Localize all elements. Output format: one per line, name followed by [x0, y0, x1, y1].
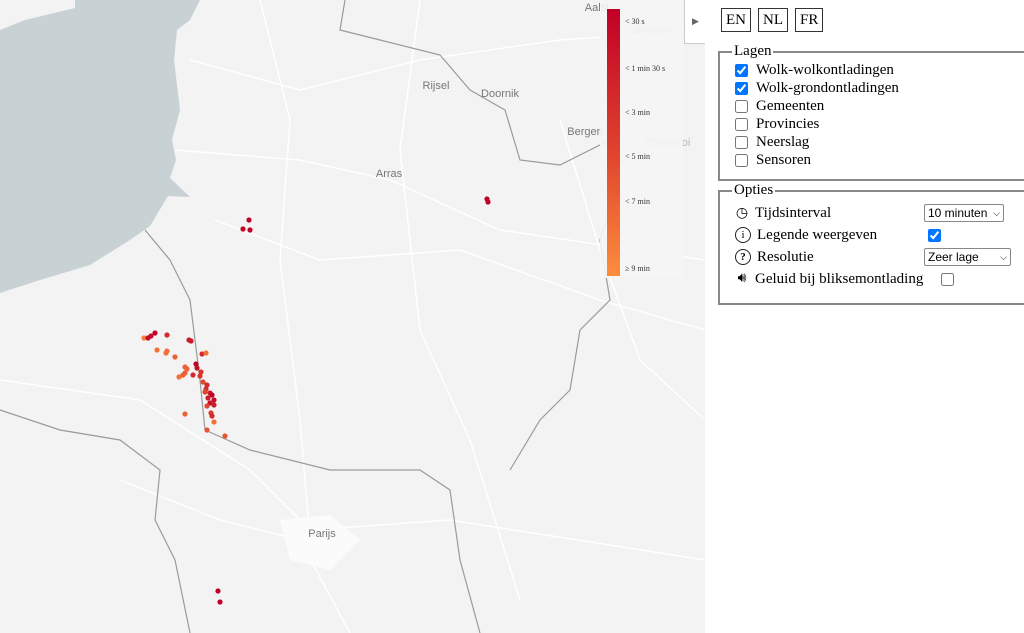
language-switcher: EN NL FR	[721, 8, 824, 32]
layer-item: Provincies	[734, 115, 1024, 133]
layer-label: Neerslag	[756, 133, 810, 150]
lightning-strike-dot	[246, 217, 252, 223]
options-group: Opties ◷ Tijdsinterval 10 minuten ⌵ i Le…	[718, 182, 1024, 305]
lang-fr-button[interactable]: FR	[795, 8, 824, 32]
control-panel: EN NL FR Lagen Wolk-wolkontladingen Wolk-…	[705, 0, 1024, 633]
legend-checkbox[interactable]	[928, 228, 941, 242]
speaker-icon: 🔊︎	[737, 271, 747, 286]
lightning-map[interactable]: AalstBrusselRijselDoornikBergenCharleroi…	[0, 0, 705, 633]
legend-tick-label: < 5 min	[625, 152, 650, 161]
lightning-strike-dot	[164, 332, 170, 338]
lightning-strike-dot	[222, 433, 228, 439]
layer-item: Wolk-grondontladingen	[734, 79, 1024, 97]
lang-en-button[interactable]: EN	[721, 8, 751, 32]
place-label: Bergen	[567, 126, 603, 138]
age-color-scale	[607, 9, 620, 276]
layers-title: Lagen	[734, 43, 772, 59]
clock-icon: ◷	[735, 205, 749, 221]
layer-checkbox[interactable]	[735, 153, 748, 167]
sea	[0, 0, 200, 293]
layer-item: Gemeenten	[734, 97, 1024, 115]
chevron-down-icon: ⌵	[1000, 252, 1007, 262]
resolution-value: Zeer lage	[928, 250, 979, 264]
layer-item: Wolk-wolkontladingen	[734, 61, 1024, 79]
lightning-strike-dot	[485, 199, 491, 205]
lightning-strike-dot	[240, 226, 246, 232]
lightning-strike-dot	[198, 369, 204, 375]
lightning-strike-dot	[209, 413, 215, 419]
layer-label: Provincies	[756, 115, 820, 132]
options-title: Opties	[734, 182, 774, 198]
place-label: Parijs	[308, 528, 336, 540]
lightning-strike-dot	[211, 402, 217, 408]
lightning-strike-dot	[184, 366, 190, 372]
paris-area	[280, 515, 360, 570]
place-label: Rijsel	[422, 80, 450, 92]
legend-tick-label: < 7 min	[625, 197, 650, 206]
lightning-strike-dot	[211, 419, 217, 425]
option-resolution: ? Resolutie Zeer lage ⌵	[733, 246, 1024, 268]
lightning-strike-dot	[247, 227, 253, 233]
lightning-strike-dot	[164, 348, 170, 354]
legend-label: Legende weergeven	[757, 226, 878, 243]
interval-label: Tijdsinterval	[755, 204, 832, 221]
lightning-strike-dot	[194, 365, 200, 371]
legend-tick-label: < 3 min	[625, 108, 650, 117]
play-arrow-icon: ▶	[692, 16, 699, 26]
place-label: Arras	[375, 168, 403, 180]
interval-select[interactable]: 10 minuten ⌵	[924, 204, 1004, 222]
lightning-strike-dot	[215, 588, 221, 594]
layer-label: Sensoren	[756, 151, 811, 168]
lightning-strike-dot	[203, 350, 209, 356]
sound-label: Geluid bij bliksemontlading	[755, 270, 924, 287]
lightning-strike-dot	[204, 427, 210, 433]
resolution-label: Resolutie	[757, 248, 814, 265]
lightning-strike-dot	[209, 392, 215, 398]
place-label: Doornik	[481, 88, 519, 100]
lightning-strike-dot	[204, 403, 210, 409]
info-icon: i	[735, 227, 751, 243]
lightning-strike-dot	[217, 599, 223, 605]
layer-checkbox[interactable]	[735, 135, 748, 149]
layers-group: Lagen Wolk-wolkontladingen Wolk-grondontl…	[718, 43, 1024, 181]
layer-label: Wolk-grondontladingen	[756, 79, 899, 96]
legend-tick-label: < 30 s	[625, 17, 645, 26]
sound-checkbox[interactable]	[941, 272, 954, 286]
lang-nl-button[interactable]: NL	[758, 8, 788, 32]
lightning-strike-dot	[190, 372, 196, 378]
layer-checkbox[interactable]	[735, 99, 748, 113]
legend-tick-label: < 1 min 30 s	[625, 64, 666, 73]
layer-checkbox[interactable]	[735, 81, 748, 95]
layer-checkbox[interactable]	[735, 63, 748, 77]
layer-item: Neerslag	[734, 133, 1024, 151]
lightning-strike-dot	[188, 338, 194, 344]
chevron-down-icon: ⌵	[993, 208, 1000, 218]
layer-label: Wolk-wolkontladingen	[756, 61, 894, 78]
option-sound: 🔊︎ Geluid bij bliksemontlading	[733, 268, 1024, 290]
interval-value: 10 minuten	[928, 206, 988, 220]
help-icon: ?	[735, 249, 751, 265]
resolution-select[interactable]: Zeer lage ⌵	[924, 248, 1011, 266]
layer-label: Gemeenten	[756, 97, 825, 114]
lightning-strike-dot	[154, 347, 160, 353]
layer-item: Sensoren	[734, 151, 1024, 169]
panel-toggle-button[interactable]: ▶	[684, 0, 705, 44]
option-legend: i Legende weergeven	[733, 224, 1024, 246]
age-legend: < 30 s < 1 min 30 s < 3 min < 5 min < 7 min ≥…	[600, 0, 683, 278]
option-interval: ◷ Tijdsinterval 10 minuten ⌵	[733, 202, 1024, 224]
lightning-strike-dot	[180, 372, 186, 378]
legend-tick-label: ≥ 9 min	[625, 264, 650, 273]
lightning-strike-dot	[172, 354, 178, 360]
layer-checkbox[interactable]	[735, 117, 748, 131]
lightning-strike-dot	[202, 389, 208, 395]
lightning-strike-dot	[152, 330, 158, 336]
lightning-strike-dot	[182, 411, 188, 417]
